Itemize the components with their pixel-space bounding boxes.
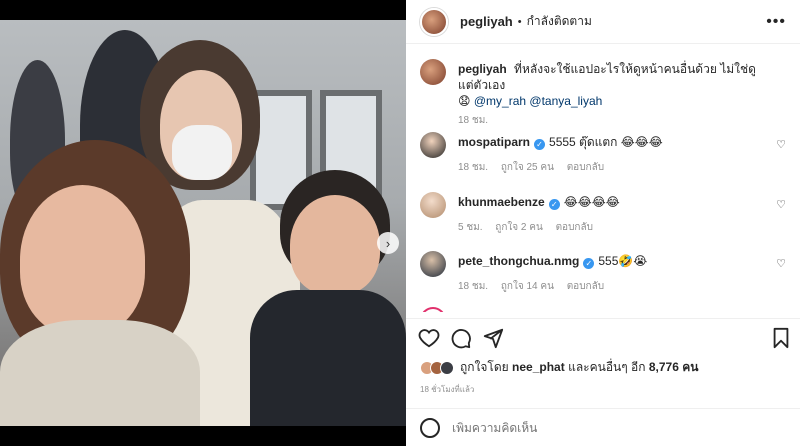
caption-meta: 18 ชม. [458,113,498,128]
comment-item: mospatiparn ✓ 5555 ตุ๊ดแตก 😂😂😂 18 ชม. ถูกใ… [420,132,786,182]
comment-time: 18 ชม. [458,281,489,292]
heart-icon[interactable]: ♡ [776,257,786,270]
comment-likes[interactable]: ถูกใจ 2 คน [495,222,543,233]
add-comment-bar [406,408,800,446]
comment-meta: 18 ชม. ถูกใจ 14 คน ตอบกลับ [458,279,614,294]
likes-summary: ถูกใจโดย nee_phat และคนอื่นๆ อีก 8,776 ค… [420,358,698,377]
comment-time: 5 ชม. [458,222,483,233]
post-sidebar: pegliyah • กำลังติดตาม ••• pegliyah ที่ห… [406,0,800,446]
emoji-icon[interactable] [420,417,440,438]
share-icon[interactable] [482,327,504,349]
avatar[interactable] [420,307,446,312]
caption-body: pegliyah ที่หลังจะใช้แอปอะไรให้ดูหน้าคนอ… [458,61,768,109]
comment-username[interactable]: khunmaebenze [458,195,545,209]
likes-count[interactable]: 8,776 คน [649,360,699,374]
comment-icon[interactable] [450,327,472,349]
more-horizontal-icon: ••• [766,12,786,30]
likes-prefix: ถูกใจโดย [460,360,509,374]
caption-time: 18 ชม. [458,115,489,126]
photo-figure [172,125,232,180]
comment-input[interactable] [452,420,712,435]
comment-meta: 5 ชม. ถูกใจ 2 คน ตอบกลับ [458,220,603,235]
likes-middle: และคนอื่นๆ อีก [568,360,646,374]
reply-button[interactable]: ตอบกลับ [567,162,604,173]
caption-username[interactable]: pegliyah [458,62,507,76]
bookmark-icon[interactable] [770,327,792,349]
photo-figure [290,195,380,295]
comment-text: 5555 ตุ๊ดแตก 😂😂😂 [549,135,663,149]
comment-item: khunmaebenze ✓ 😂😂😂😂 5 ชม. ถูกใจ 2 คน ตอบกล… [420,192,786,242]
post-username[interactable]: pegliyah [460,14,513,29]
post-media-panel: › [0,0,406,446]
comment-item: pete_thongchua.nmg ✓ 555🤣😭 18 ชม. ถูกใจ 14… [420,251,786,301]
avatar [440,360,454,375]
post-photo[interactable]: › [0,20,406,426]
comment-username[interactable]: mospatiparn [458,135,530,149]
heart-icon[interactable]: ♡ [776,198,786,211]
verified-badge-icon: ✓ [534,139,546,150]
comment-likes[interactable]: ถูกใจ 14 คน [501,281,554,292]
next-photo-button[interactable]: › [377,232,399,254]
comment-time: 18 ชม. [458,162,489,173]
likes-user[interactable]: nee_phat [512,360,565,374]
comment-username[interactable]: pete_thongchua.nmg [458,254,579,268]
mention-link[interactable]: @tanya_liyah [529,94,602,108]
avatar[interactable] [420,251,446,277]
avatar[interactable] [420,59,446,85]
comment-text: 555🤣😭 [598,254,648,268]
mention-link[interactable]: @my_rah [474,94,526,108]
caption: pegliyah ที่หลังจะใช้แอปอะไรให้ดูหน้าคนอ… [420,59,786,129]
avatar[interactable] [420,132,446,158]
photo-figure [20,185,145,335]
verified-badge-icon: ✓ [583,258,595,269]
avatar[interactable] [420,7,448,36]
action-bar [406,318,800,354]
photo-figure [250,290,406,426]
post-header: pegliyah • กำลังติดตาม ••• [406,0,800,44]
comment-likes[interactable]: ถูกใจ 25 คน [501,162,554,173]
chevron-right-icon: › [385,235,391,251]
follow-status-button[interactable]: กำลังติดตาม [527,12,592,31]
more-options-button[interactable]: ••• [766,13,786,31]
heart-icon[interactable]: ♡ [776,138,786,151]
heart-icon[interactable] [418,327,440,349]
comment-body: mospatiparn ✓ 5555 ตุ๊ดแตก 😂😂😂 [458,134,768,150]
comments-list[interactable]: pegliyah ที่หลังจะใช้แอปอะไรให้ดูหน้าคนอ… [406,45,800,312]
comment-body: khunmaebenze ✓ 😂😂😂😂 [458,194,768,210]
comment-text: 😂😂😂😂 [563,195,620,209]
verified-badge-icon: ✓ [548,199,560,210]
avatar[interactable] [420,192,446,218]
photo-figure [0,320,200,426]
caption-emoji: 😧 [458,94,471,108]
reply-button[interactable]: ตอบกลับ [567,281,604,292]
post-timestamp: 18 ชั่วโมงที่แล้ว [420,385,475,394]
comment-body: pete_thongchua.nmg ✓ 555🤣😭 [458,253,768,269]
comment-meta: 18 ชม. ถูกใจ 25 คน ตอบกลับ [458,160,614,175]
reply-button[interactable]: ตอบกลับ [556,222,593,233]
separator-dot: • [517,15,522,28]
likes-text[interactable]: ถูกใจโดย nee_phat และคนอื่นๆ อีก 8,776 ค… [460,358,698,377]
